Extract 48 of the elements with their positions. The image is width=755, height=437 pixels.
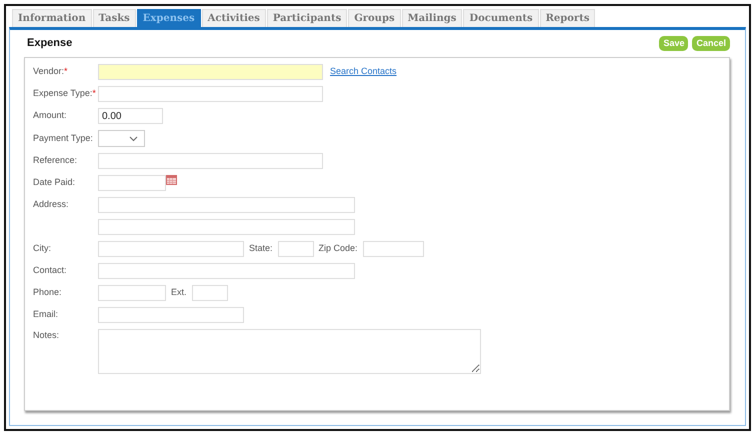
field-label: Expense Type: [33,88,92,98]
input-field[interactable] [98,197,355,213]
panel-title: Expense [26,36,72,52]
input-field[interactable] [98,307,244,323]
tab[interactable]: Activities [202,9,266,27]
field-label: Reference: [33,155,78,166]
field-label: Contact: [33,265,67,276]
field-label: Payment Type: [33,132,93,143]
input-field[interactable] [362,241,424,257]
tab[interactable]: Documents [463,9,539,27]
notes-field[interactable] [98,329,481,374]
tab[interactable]: Expenses [136,9,201,27]
field-label: Zip Code: [318,242,358,256]
required-mark: * [92,88,96,98]
field-label: City: [33,243,51,254]
calendar-icon[interactable] [166,175,177,185]
field-label: Vendor: [33,66,64,76]
dropdown[interactable] [98,130,145,147]
tab[interactable]: Information [12,9,92,27]
input-field[interactable] [98,219,355,235]
field-label: Date Paid: [33,177,76,188]
input-field[interactable] [192,285,228,301]
field-label: Amount: [33,110,67,120]
cancel-button[interactable]: Cancel [692,36,730,51]
required-mark: * [64,66,68,76]
input-field[interactable] [98,285,166,301]
field-label: Ext. [171,286,187,300]
save-button[interactable]: Save [659,36,688,51]
tab[interactable]: Participants [266,9,348,27]
tab[interactable]: Tasks [92,9,136,27]
tab[interactable]: Groups [348,9,401,27]
field-label: State: [249,242,273,256]
field-label: Phone: [33,287,62,298]
tab[interactable]: Reports [540,9,596,27]
input-field[interactable] [98,241,244,257]
input-field[interactable] [98,175,166,191]
input-field[interactable] [278,241,314,257]
input-field[interactable] [98,64,323,80]
chevron-down-icon [129,136,138,142]
search-contacts-link[interactable]: Search Contacts [330,65,397,79]
field-label: Email: [33,309,58,320]
input-field[interactable] [98,86,323,102]
input-field[interactable] [98,153,323,169]
field-label: Address: [33,199,69,210]
tab[interactable]: Mailings [402,9,462,27]
field-label: Notes: [33,330,60,340]
input-field[interactable]: 0.00 [98,108,163,124]
input-field[interactable] [98,263,355,279]
